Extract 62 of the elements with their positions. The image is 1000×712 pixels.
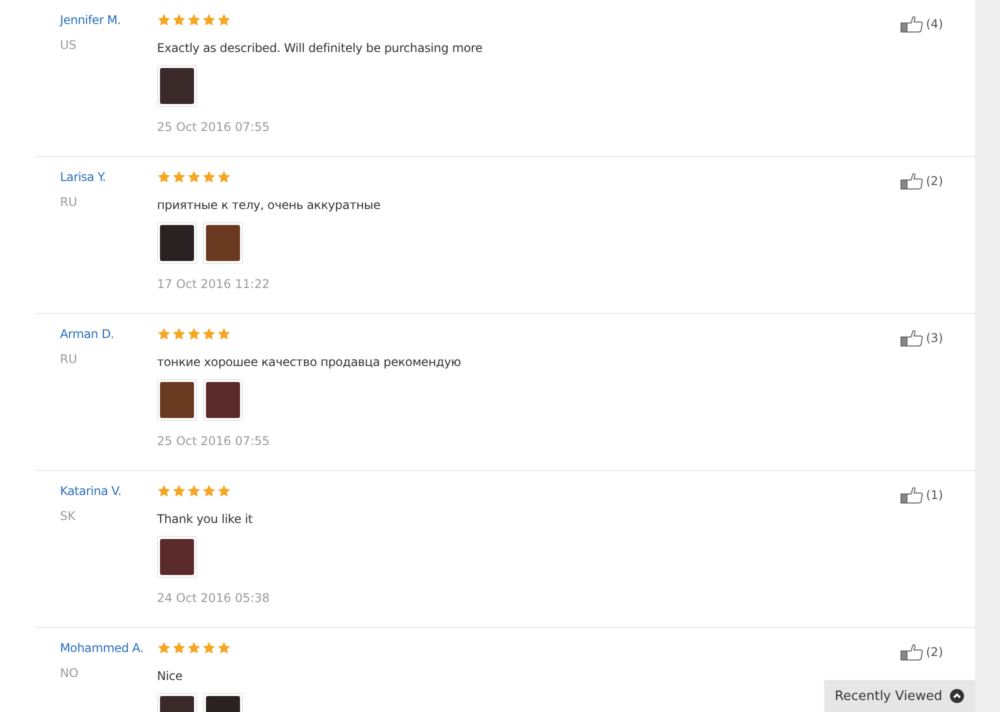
reviewer-name[interactable]: Arman D. <box>60 327 114 341</box>
star-icon <box>172 484 186 498</box>
star-icon <box>217 327 231 341</box>
star-icon <box>157 327 171 341</box>
reviewer-country: NO <box>60 666 78 680</box>
star-icon <box>187 484 201 498</box>
star-icon <box>157 170 171 184</box>
thumbs-up-icon[interactable] <box>900 643 924 661</box>
review-text: Nice <box>157 669 182 683</box>
star-icon <box>202 170 216 184</box>
review-text: Thank you like it <box>157 512 253 526</box>
star-icon <box>172 327 186 341</box>
star-icon <box>202 13 216 27</box>
thumbs-up-icon[interactable] <box>900 172 924 190</box>
review-date: 17 Oct 2016 11:22 <box>157 277 270 291</box>
chevron-up-icon <box>950 689 964 703</box>
helpful-count: (2) <box>926 645 943 659</box>
reviewer-country: RU <box>60 195 78 209</box>
reviewer-country: SK <box>60 509 76 523</box>
star-icon <box>202 641 216 655</box>
star-icon <box>217 641 231 655</box>
star-icon <box>157 13 171 27</box>
photo-thumbnail[interactable] <box>203 222 243 264</box>
star-icon <box>187 641 201 655</box>
photo-thumbnail[interactable] <box>157 379 197 421</box>
star-icon <box>157 641 171 655</box>
star-icon <box>217 484 231 498</box>
review-text: приятные к телу, очень аккуратные <box>157 198 380 212</box>
reviewer-name[interactable]: Katarina V. <box>60 484 122 498</box>
star-icon <box>202 327 216 341</box>
helpful-count: (3) <box>926 331 943 345</box>
review-date: 24 Oct 2016 05:38 <box>157 591 270 605</box>
star-icon <box>217 13 231 27</box>
reviewer-country: US <box>60 38 76 52</box>
reviewer-name[interactable]: Larisa Y. <box>60 170 106 184</box>
star-icon <box>187 13 201 27</box>
thumbs-up-icon[interactable] <box>900 486 924 504</box>
review-text: тонкие хорошее качество продавца рекомендую <box>157 355 461 369</box>
review-text: Exactly as described. Will definitely be purchasing more <box>157 41 482 55</box>
star-icon <box>187 327 201 341</box>
star-icon <box>217 170 231 184</box>
reviewer-name[interactable]: Mohammed A. <box>60 641 144 655</box>
reviewer-country: RU <box>60 352 78 366</box>
star-icon <box>202 484 216 498</box>
thumbs-up-icon[interactable] <box>900 15 924 33</box>
reviewer-name[interactable]: Jennifer M. <box>60 13 121 27</box>
star-icon <box>172 641 186 655</box>
star-icon <box>157 484 171 498</box>
thumbs-up-icon[interactable] <box>900 329 924 347</box>
recently-viewed-button[interactable]: Recently Viewed <box>824 680 975 712</box>
photo-thumbnail[interactable] <box>157 65 197 107</box>
review-date: 25 Oct 2016 07:55 <box>157 434 270 448</box>
helpful-count: (2) <box>926 174 943 188</box>
star-icon <box>172 170 186 184</box>
photo-thumbnail[interactable] <box>203 379 243 421</box>
star-icon <box>187 170 201 184</box>
photo-thumbnail[interactable] <box>157 222 197 264</box>
photo-thumbnail[interactable] <box>157 536 197 578</box>
helpful-count: (1) <box>926 488 943 502</box>
star-icon <box>172 13 186 27</box>
helpful-count: (4) <box>926 17 943 31</box>
review-date: 25 Oct 2016 07:55 <box>157 120 270 134</box>
